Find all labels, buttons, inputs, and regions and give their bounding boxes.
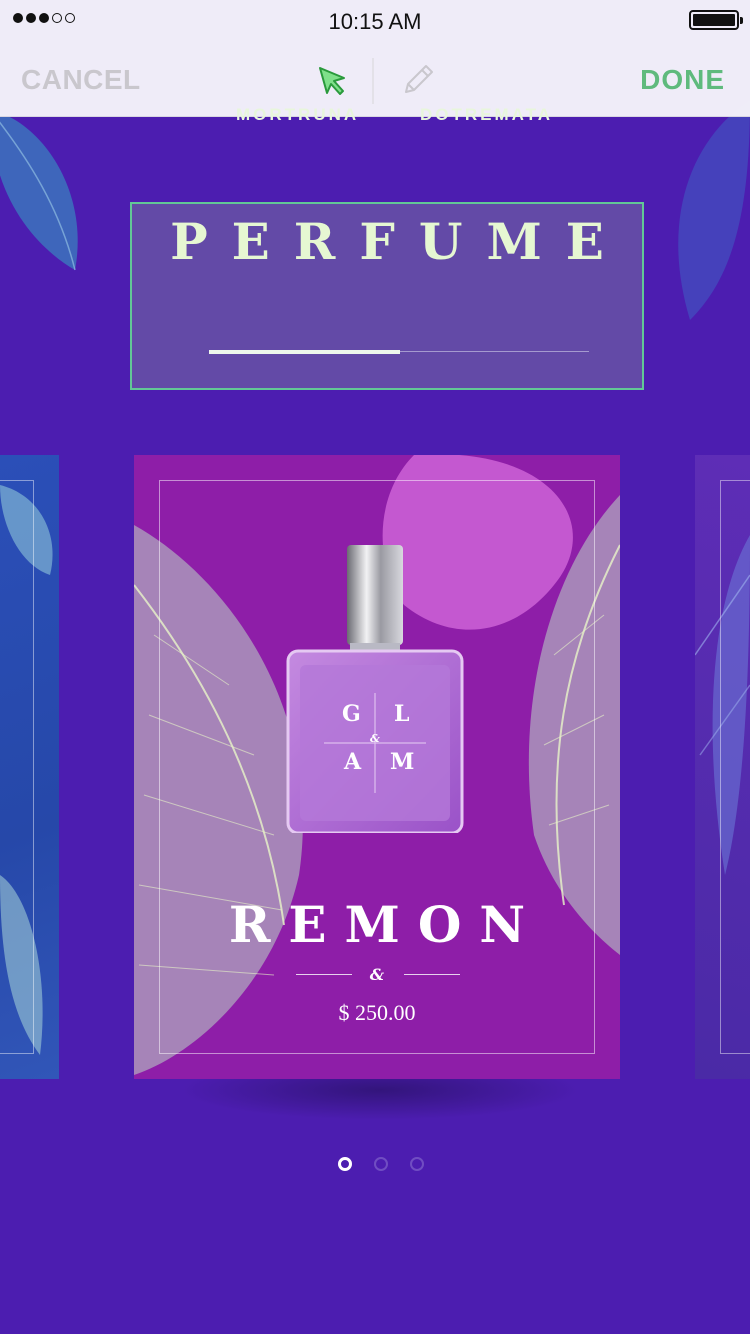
product-name: REMON <box>228 895 544 954</box>
tab-active-indicator <box>209 350 400 354</box>
previous-product-card[interactable] <box>0 455 59 1079</box>
status-time: 10:15 AM <box>328 9 422 34</box>
carousel-page-indicator <box>338 1157 424 1171</box>
cancel-button[interactable]: CANCEL <box>21 64 141 96</box>
monogram-letter: M <box>390 749 415 775</box>
product-price: $ 250.00 <box>338 1000 416 1025</box>
page-title: PERFUME <box>170 212 628 271</box>
status-bar: 10:15 AM <box>0 0 750 42</box>
perfume-bottle-image <box>286 545 464 833</box>
edit-toolbar: CANCEL DONE <box>0 42 750 117</box>
product-card[interactable]: G L & A M REMON & $ 250.00 <box>134 455 620 1079</box>
page-dot-1[interactable] <box>338 1157 352 1171</box>
category-header: PERFUME <box>130 202 644 390</box>
monogram-letter: A <box>344 749 362 775</box>
cursor-arrow-icon[interactable] <box>316 64 350 98</box>
background-leaf-left <box>0 112 78 271</box>
monogram-letter: L <box>394 701 410 727</box>
page-dot-2[interactable] <box>374 1157 388 1171</box>
card-frame <box>0 480 34 1054</box>
card-frame <box>720 480 750 1054</box>
battery-icon <box>689 10 743 30</box>
next-product-card[interactable] <box>695 455 750 1079</box>
top-bar: 10:15 AM CANCEL DONE <box>0 0 750 117</box>
pencil-icon[interactable] <box>400 62 436 98</box>
tab-mortruna[interactable]: MORTRUNA <box>236 105 359 125</box>
monogram-letter: G <box>342 701 361 727</box>
name-divider: & <box>294 965 460 985</box>
done-button[interactable]: DONE <box>640 64 725 96</box>
tab-dotremata[interactable]: DOTREMATA <box>420 105 553 125</box>
page-dot-3[interactable] <box>410 1157 424 1171</box>
bottle-monogram: G L & A M <box>326 699 426 789</box>
monogram-ampersand: & <box>370 732 380 745</box>
toolbar-divider <box>372 58 374 104</box>
